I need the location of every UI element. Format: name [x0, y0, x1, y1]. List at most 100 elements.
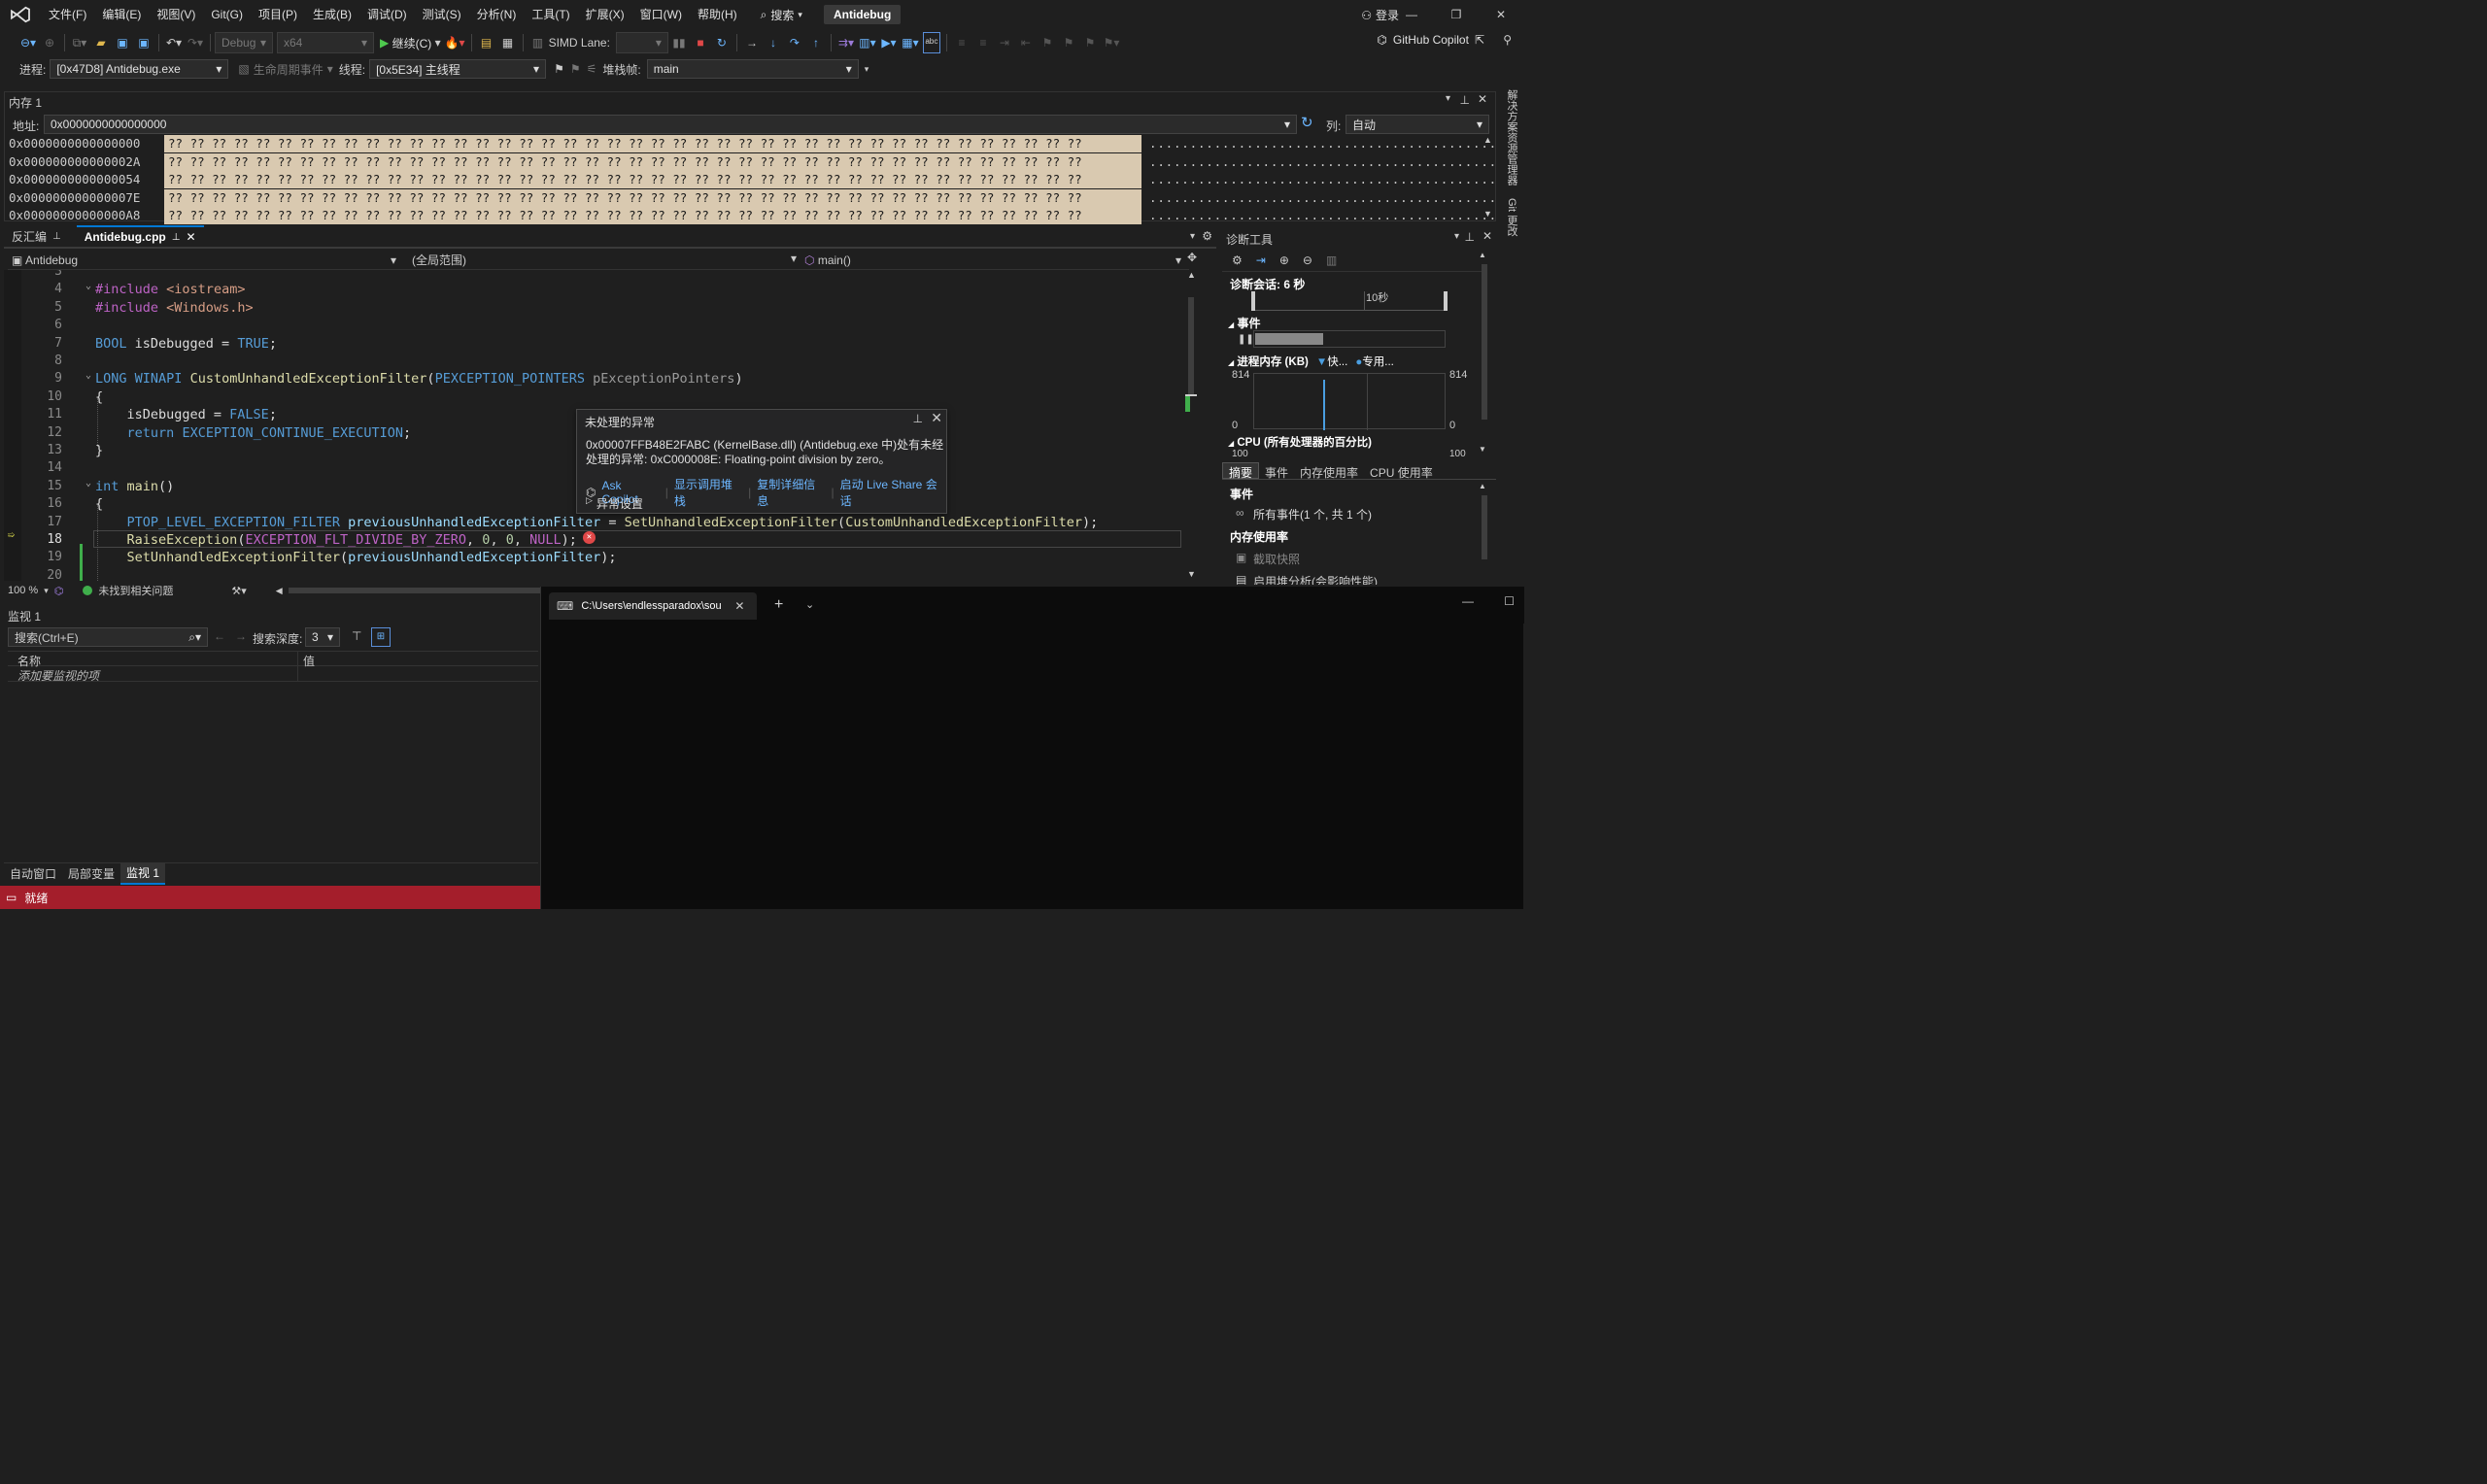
indent-icon[interactable]: ⇥ [996, 32, 1013, 53]
close-icon[interactable]: ✕ [1478, 92, 1487, 106]
panel-menu-icon[interactable]: ▾ [1446, 93, 1450, 104]
column-divider[interactable] [297, 652, 298, 667]
lifecycle-events-icon[interactable]: ▧ [238, 62, 249, 76]
zoom-level[interactable]: 100 % [8, 585, 38, 596]
live-share-link[interactable]: 启动 Live Share 会话 [840, 476, 946, 509]
chevron-down-icon[interactable]: ⌄ [805, 598, 814, 611]
terminal-output[interactable] [541, 624, 1524, 909]
scroll-down-icon[interactable]: ▼ [1187, 569, 1196, 579]
pin-icon[interactable]: ⊥ [1460, 93, 1470, 107]
memory-scrollbar[interactable]: ▲ ▼ [1482, 135, 1495, 220]
menu-test[interactable]: 测试(S) [415, 0, 469, 29]
add-watch-placeholder[interactable]: 添加要监视的项 [17, 667, 99, 684]
tab-cpu-usage[interactable]: CPU 使用率 [1364, 462, 1439, 480]
pin-icon[interactable]: ⊥ [1465, 230, 1475, 244]
events-track[interactable] [1253, 330, 1446, 348]
flag-all-icon[interactable]: ⚑ [570, 62, 581, 76]
events-section[interactable]: ◢ 事件 [1228, 315, 1261, 331]
scroll-up-icon[interactable]: ▲ [1483, 135, 1492, 145]
zoom-in-icon[interactable]: ⊕ [1279, 253, 1289, 267]
tab-summary[interactable]: 摘要 [1222, 462, 1260, 480]
show-next-statement-icon[interactable]: → [743, 32, 761, 53]
project-dropdown[interactable]: ▣ Antidebug ▾ [8, 253, 400, 267]
show-call-stack-link[interactable]: 显示调用堆栈 [674, 476, 742, 509]
camera-icon[interactable]: ▦ [499, 32, 517, 53]
menu-analyze[interactable]: 分析(N) [469, 0, 525, 29]
timeline-ruler[interactable]: 10秒 [1251, 291, 1448, 311]
scroll-down-icon[interactable]: ▼ [1483, 209, 1492, 219]
stack-icon[interactable]: ⚟ [587, 62, 597, 76]
threads-icon[interactable]: ▥▾ [859, 32, 876, 53]
lane-icon[interactable]: ▥ [529, 32, 547, 53]
bookmark-next-icon[interactable]: ⚑ [1081, 32, 1099, 53]
outdent-icon[interactable]: ⇤ [1017, 32, 1035, 53]
chevron-down-icon[interactable]: ▾ [44, 586, 49, 596]
stop-icon[interactable]: ■ [692, 32, 709, 53]
issues-status[interactable]: 未找到相关问题 [98, 583, 173, 598]
menu-window[interactable]: 窗口(W) [632, 0, 690, 29]
back-icon[interactable]: ⊖▾ [19, 32, 37, 53]
copilot-status-icon[interactable]: ⌬ [54, 585, 64, 597]
close-icon[interactable]: ✕ [1479, 8, 1523, 21]
close-icon[interactable]: ✕ [1482, 229, 1492, 243]
toolbar-overflow-icon[interactable]: ▾ [865, 64, 869, 75]
take-snapshot-button[interactable]: 截取快照 [1253, 551, 1300, 567]
exception-icon[interactable]: ✕ [583, 531, 596, 544]
reset-view-icon[interactable]: ▥ [1326, 253, 1337, 267]
forward-icon[interactable]: ⊕ [41, 32, 58, 53]
scroll-down-icon[interactable]: ▼ [1479, 445, 1486, 454]
scroll-up-icon[interactable]: ▲ [1187, 270, 1196, 280]
diag-scrollbar[interactable]: ▲ ▼ [1479, 251, 1490, 455]
tab-memory-usage[interactable]: 内存使用率 [1294, 462, 1364, 480]
watch-search-input[interactable]: 搜索(Ctrl+E) ⌕▾ [8, 627, 208, 647]
gear-icon[interactable]: ⚙ [1202, 229, 1212, 243]
collapse-icon[interactable]: ⌄ [85, 478, 91, 489]
tab-antidebug-cpp[interactable]: Antidebug.cpp ⊥ ✕ [76, 225, 204, 247]
summary-scrollbar[interactable]: ▲ [1479, 482, 1490, 561]
close-icon[interactable]: ✕ [734, 599, 744, 613]
tab-events[interactable]: 事件 [1259, 462, 1294, 480]
stack-frame-dropdown[interactable]: main ▾ [646, 59, 859, 79]
step-out-icon[interactable]: ↑ [807, 32, 825, 53]
menu-project[interactable]: 项目(P) [251, 0, 305, 29]
heap-profiling-checkbox[interactable]: 启用堆分析(会影响性能) [1253, 573, 1378, 585]
open-folder-icon[interactable]: ▰ [92, 32, 110, 53]
scroll-thumb[interactable] [1482, 495, 1487, 559]
select-tools-icon[interactable]: ⇥ [1256, 253, 1266, 267]
save-icon[interactable]: ▣ [114, 32, 131, 53]
simd-lane-dropdown[interactable]: ▾ [615, 32, 668, 53]
timeline-handle-left[interactable] [1251, 291, 1255, 311]
memory-section[interactable]: ◢ 进程内存 (KB) ▼快... ●专用... [1228, 354, 1394, 369]
address-input[interactable]: 0x0000000000000000 ▾ [44, 115, 1297, 134]
pin-watch-icon[interactable]: ⊤ [352, 629, 361, 643]
editor-scrollbar[interactable]: ▲ ▼ [1185, 270, 1197, 581]
redo-icon[interactable]: ↷▾ [187, 32, 204, 53]
platform-dropdown[interactable]: x64 ▾ [277, 32, 374, 53]
menu-file[interactable]: 文件(F) [41, 0, 94, 29]
menu-view[interactable]: 视图(V) [149, 0, 203, 29]
pause-icon[interactable]: ▮▮ [670, 32, 688, 53]
bookmark-clear-icon[interactable]: ⚑▾ [1103, 32, 1120, 53]
minimize-icon[interactable]: — [1462, 594, 1474, 608]
github-copilot-button[interactable]: ⌬ GitHub Copilot ⇱ [1377, 33, 1484, 47]
scope-dropdown[interactable]: (全局范围) ▾ [408, 252, 801, 268]
gear-icon[interactable]: ⚙ [1232, 253, 1243, 267]
collapse-icon[interactable]: ⌄ [85, 281, 91, 291]
status-icon[interactable]: ▭ [6, 891, 17, 904]
tab-locals[interactable]: 局部变量 [62, 863, 120, 884]
spellcheck-icon[interactable]: ᵃᵇᶜ [922, 32, 940, 53]
step-into-icon[interactable]: ↓ [765, 32, 782, 53]
columns-dropdown[interactable]: 自动 ▾ [1346, 115, 1489, 134]
exception-settings-toggle[interactable]: ▷ 异常设置 [586, 495, 643, 512]
bookmark-icon[interactable]: ⚑ [1039, 32, 1056, 53]
scroll-up-icon[interactable]: ▲ [1479, 482, 1486, 490]
menu-git[interactable]: Git(G) [203, 0, 251, 29]
thread-dropdown[interactable]: [0x5E34] 主线程 ▾ [369, 59, 547, 79]
hex-display-icon[interactable]: ⇉▾ [837, 32, 855, 53]
cpu-section[interactable]: ◢ CPU (所有处理器的百分比) [1228, 434, 1372, 450]
feedback-icon[interactable]: ⚲ [1503, 33, 1512, 47]
menu-edit[interactable]: 编辑(E) [94, 0, 149, 29]
menu-help[interactable]: 帮助(H) [690, 0, 745, 29]
zoom-out-icon[interactable]: ⊖ [1303, 253, 1312, 267]
close-icon[interactable]: ✕ [186, 230, 195, 244]
